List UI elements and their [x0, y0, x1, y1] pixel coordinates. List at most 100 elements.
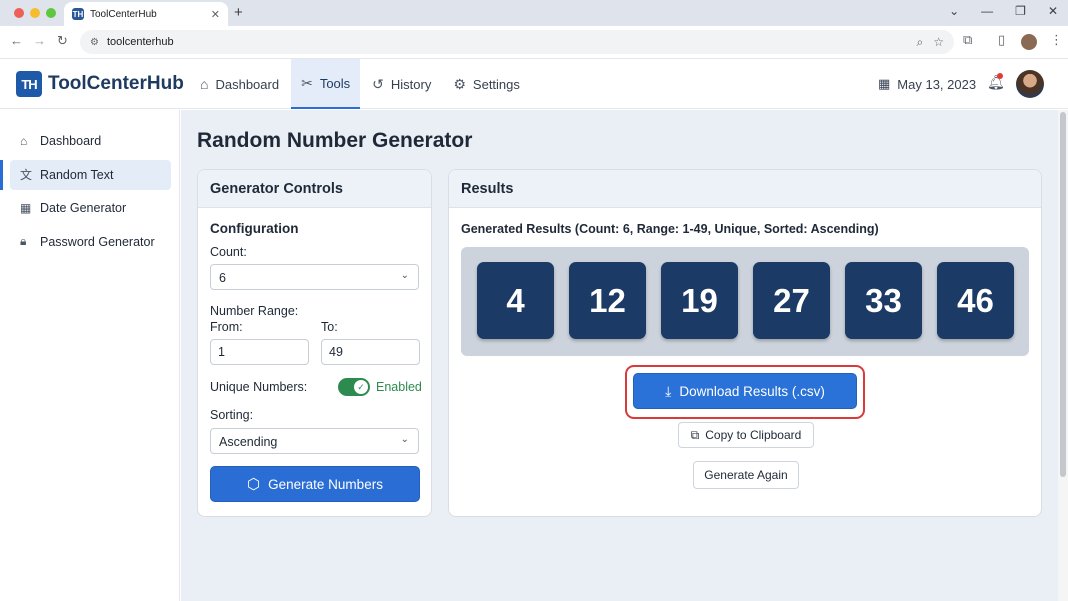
restore-icon[interactable]: ❐ — [1015, 4, 1026, 18]
notification-dot — [997, 73, 1003, 79]
range-to-input[interactable] — [321, 339, 420, 365]
app-header: TH ToolCenterHub ⌂ Dashboard ✂ Tools ↺ H… — [0, 59, 1068, 109]
check-icon: ✓ — [354, 380, 368, 394]
menu-icon[interactable]: ⋮ — [1050, 32, 1063, 48]
gear-icon: ⚙ — [453, 75, 466, 92]
sorting-value: Ascending — [219, 435, 278, 449]
results-card: Results Generated Results (Count: 6, Ran… — [448, 169, 1042, 517]
sidebar: ⌂ Dashboard 文 Random Text ▦ Date Generat… — [0, 110, 180, 601]
profile-avatar[interactable] — [1021, 34, 1037, 50]
generate-numbers-button[interactable]: ⬡ Generate Numbers — [210, 466, 420, 502]
copy-to-clipboard-button[interactable]: ⧉ Copy to Clipboard — [678, 422, 814, 448]
reload-icon[interactable]: ↻ — [57, 33, 68, 49]
back-icon[interactable]: ← — [10, 33, 23, 48]
count-value: 6 — [219, 271, 226, 285]
scrollbar-thumb[interactable] — [1060, 112, 1066, 477]
minimize-window-button[interactable] — [30, 8, 40, 18]
generate-button-label: Generate Numbers — [268, 476, 383, 492]
address-bar[interactable]: ⚙ toolcenterhub ⌕ ☆ — [80, 30, 954, 54]
topnav-tools[interactable]: ✂ Tools — [291, 59, 361, 109]
extensions-icon[interactable]: ⧉ — [963, 32, 972, 48]
close-icon[interactable]: ✕ — [1048, 4, 1058, 18]
topnav-label: Tools — [319, 75, 351, 91]
close-tab-icon[interactable]: ✕ — [211, 8, 220, 21]
sorting-label: Sorting: — [210, 408, 254, 422]
unique-label: Unique Numbers: — [210, 380, 308, 394]
logo[interactable]: TH ToolCenterHub — [16, 71, 184, 97]
result-number: 4 — [477, 262, 554, 339]
generator-controls-card: Generator Controls Configuration Count: … — [197, 169, 432, 517]
card-title: Results — [449, 170, 1041, 208]
sidebar-item-label: Password Generator — [40, 234, 155, 249]
user-avatar[interactable] — [1016, 70, 1044, 98]
page-scrollbar[interactable] — [1058, 110, 1068, 601]
chevron-down-icon: ⌄ — [400, 270, 409, 281]
chevron-down-icon: ⌄ — [400, 434, 409, 445]
to-label: To: — [321, 320, 338, 334]
unique-toggle[interactable]: ✓ — [338, 378, 370, 396]
copy-icon: ⧉ — [690, 427, 700, 442]
results-summary: Generated Results (Count: 6, Range: 1-49… — [461, 222, 879, 236]
home-icon: ⌂ — [20, 134, 28, 148]
topnav-dashboard[interactable]: ⌂ Dashboard — [190, 59, 289, 109]
sidebar-item-label: Random Text — [40, 167, 114, 182]
browser-tab-title: ToolCenterHub — [90, 8, 157, 20]
zoom-icon[interactable]: ⌕ — [917, 35, 924, 50]
card-title: Generator Controls — [198, 170, 431, 208]
count-label: Count: — [210, 245, 247, 259]
chevron-down-icon[interactable]: ⌄ — [949, 4, 959, 18]
sidebar-item-date-generator[interactable]: ▦ Date Generator — [10, 193, 171, 223]
forward-icon[interactable]: → — [33, 33, 46, 48]
page-title: Random Number Generator — [197, 129, 473, 152]
sidebar-item-label: Dashboard — [40, 134, 102, 148]
sorting-select[interactable]: Ascending ⌄ — [210, 428, 419, 454]
close-window-button[interactable] — [14, 8, 24, 18]
from-label: From: — [210, 320, 243, 334]
generate-again-button[interactable]: Generate Again — [693, 461, 799, 489]
topnav-label: Settings — [472, 76, 520, 92]
cube-icon: ⬡ — [247, 476, 261, 493]
window-controls: ⌄ — ❐ ✕ — [949, 4, 1058, 18]
result-number: 12 — [569, 262, 646, 339]
history-icon: ↺ — [372, 75, 384, 92]
numbers-panel: 4 12 19 27 33 46 — [461, 247, 1029, 356]
site-info-icon[interactable]: ⚙ — [90, 37, 99, 48]
topnav-history[interactable]: ↺ History — [362, 59, 441, 109]
maximize-window-button[interactable] — [46, 8, 56, 18]
result-number: 46 — [937, 262, 1014, 339]
topnav-settings[interactable]: ⚙ Settings — [443, 59, 530, 109]
minimize-icon[interactable]: — — [981, 4, 993, 18]
sidepanel-icon[interactable]: ▯ — [998, 32, 1005, 48]
calendar-icon: ▦ — [878, 76, 891, 91]
star-icon[interactable]: ☆ — [933, 35, 944, 49]
configuration-heading: Configuration — [210, 221, 299, 236]
browser-tabstrip: TH ToolCenterHub ✕ + ⌄ — ❐ ✕ — [0, 0, 1068, 26]
lock-icon: 🔒︎ — [20, 234, 27, 248]
sidebar-item-dashboard[interactable]: ⌂ Dashboard — [10, 126, 171, 156]
download-icon: ⤓ — [665, 382, 672, 399]
header-date: ▦ May 13, 2023 — [878, 76, 976, 92]
unique-state: Enabled — [376, 380, 422, 394]
new-tab-icon[interactable]: + — [234, 4, 243, 21]
browser-tab[interactable]: TH ToolCenterHub ✕ — [64, 2, 228, 26]
top-navigation: ⌂ Dashboard ✂ Tools ↺ History ⚙ Settings — [190, 59, 532, 109]
favicon-icon: TH — [72, 8, 84, 20]
topnav-label: Dashboard — [215, 76, 280, 92]
sidebar-item-random-text[interactable]: 文 Random Text — [0, 159, 171, 190]
sidebar-item-label: Date Generator — [40, 201, 127, 215]
home-icon: ⌂ — [200, 76, 209, 92]
result-number: 33 — [845, 262, 922, 339]
sidebar-item-password-generator[interactable]: 🔒︎ Password Generator — [10, 227, 171, 257]
logo-text: ToolCenterHub — [48, 73, 184, 94]
url-text[interactable]: toolcenterhub — [107, 36, 907, 48]
topnav-label: History — [390, 76, 432, 92]
download-button-label: Download Results (.csv) — [679, 383, 825, 399]
download-csv-button[interactable]: ⤓ Download Results (.csv) — [633, 373, 857, 409]
range-from-input[interactable] — [210, 339, 309, 365]
translate-icon: 文 — [20, 168, 33, 182]
tools-icon: ✂ — [301, 74, 313, 91]
count-select[interactable]: 6 ⌄ — [210, 264, 419, 290]
logo-icon: TH — [16, 71, 42, 97]
generate-again-label: Generate Again — [704, 468, 788, 482]
date-text: May 13, 2023 — [897, 76, 977, 92]
